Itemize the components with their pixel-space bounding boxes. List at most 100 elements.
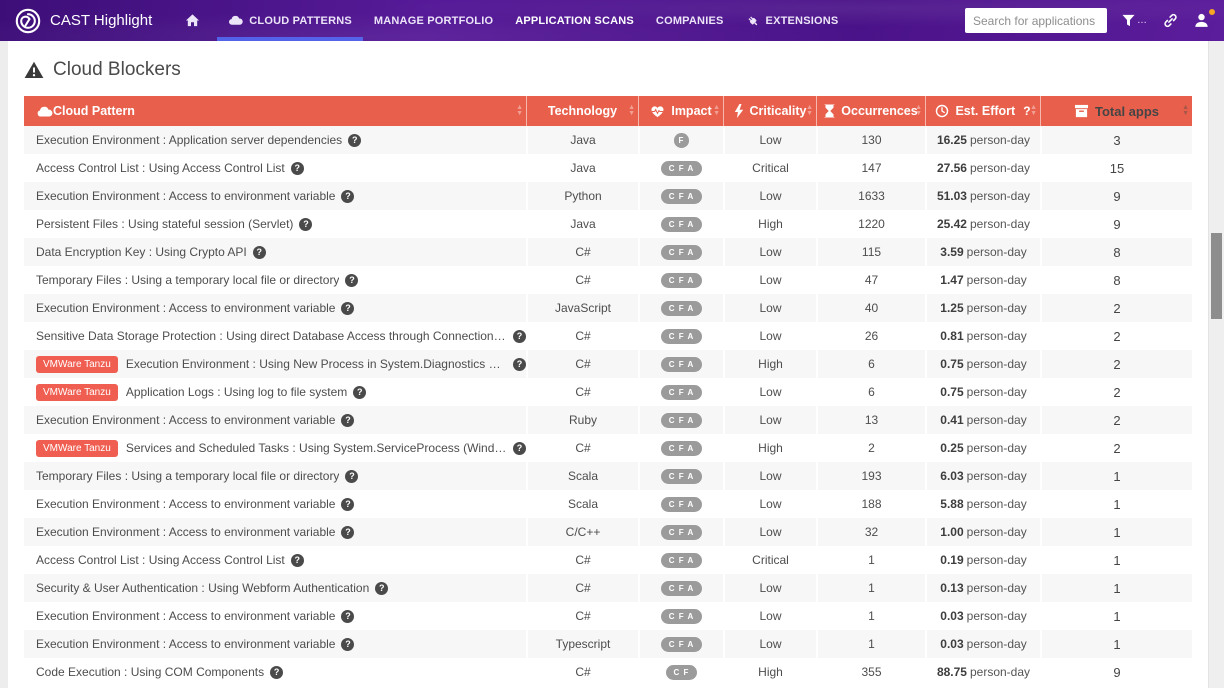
nav-application-scans[interactable]: APPLICATION SCANS [504,0,645,41]
table-row[interactable]: VMWare Tanzu Execution Environment : Usi… [24,350,1192,378]
column-est-effort[interactable]: Est. Effort ? ▲▼ [925,96,1040,126]
clock-icon [935,104,949,118]
effort-value: 0.41 [940,413,963,427]
effort-cell: 1.47 person-day [925,266,1040,294]
help-icon[interactable]: ? [345,470,358,483]
sort-icon: ▲▼ [628,105,635,117]
nav-extensions[interactable]: EXTENSIONS [735,0,850,41]
help-icon[interactable]: ? [341,526,354,539]
help-icon[interactable]: ? [291,162,304,175]
pattern-name: Execution Environment : Using New Proces… [126,357,507,371]
user-menu-button[interactable] [1193,12,1210,29]
column-total-apps[interactable]: Total apps ▲▼ [1040,96,1192,126]
criticality-cell: High [723,434,816,462]
occurrences-cell: 6 [816,350,925,378]
share-link-button[interactable] [1163,13,1178,28]
help-icon[interactable]: ? [513,330,526,343]
impact-icon [650,105,665,118]
help-icon[interactable]: ? [345,274,358,287]
total-apps-cell: 2 [1040,434,1192,462]
search-input[interactable] [965,8,1107,33]
table-row[interactable]: VMWare Tanzu Application Logs : Using lo… [24,378,1192,406]
main-content: Cloud Blockers Cloud Pattern ▲▼ Technolo… [0,41,1224,686]
nav-cloud-patterns[interactable]: CLOUD PATTERNS [217,0,363,41]
table-row[interactable]: Data Encryption Key : Using Crypto API ?… [24,238,1192,266]
home-icon [185,13,200,28]
table-row[interactable]: Execution Environment : Access to enviro… [24,406,1192,434]
help-icon[interactable]: ? [341,498,354,511]
column-technology[interactable]: Technology ▲▼ [526,96,638,126]
criticality-cell: Low [723,518,816,546]
column-label: Impact [671,104,711,118]
technology-cell: C# [526,238,638,266]
impact-cell: C F A [638,630,723,658]
help-icon[interactable]: ? [341,414,354,427]
nav-extensions-label: EXTENSIONS [766,15,839,27]
help-icon[interactable]: ? [375,582,388,595]
vmware-tanzu-badge: VMWare Tanzu [36,356,118,373]
help-icon[interactable]: ? [353,386,366,399]
help-icon[interactable]: ? [291,554,304,567]
help-icon[interactable]: ? [341,610,354,623]
pattern-cell: Temporary Files : Using a temporary loca… [24,266,526,294]
table-row[interactable]: Access Control List : Using Access Contr… [24,546,1192,574]
pattern-cell: Code Execution : Using COM Components ? [24,658,526,686]
table-row[interactable]: Security & User Authentication : Using W… [24,574,1192,602]
effort-cell: 0.41 person-day [925,406,1040,434]
help-icon[interactable]: ? [341,190,354,203]
criticality-cell: Low [723,406,816,434]
table-row[interactable]: Execution Environment : Application serv… [24,126,1192,154]
table-row[interactable]: VMWare Tanzu Services and Scheduled Task… [24,434,1192,462]
occurrences-cell: 1 [816,574,925,602]
nav-companies-label: COMPANIES [656,15,724,27]
total-apps-cell: 1 [1040,518,1192,546]
plug-icon [746,14,760,28]
nav-manage-portfolio[interactable]: MANAGE PORTFOLIO [363,0,504,41]
column-occurrences[interactable]: Occurrences ▲▼ [816,96,925,126]
impact-cell: C F A [638,350,723,378]
help-icon[interactable]: ? [341,638,354,651]
help-icon[interactable]: ? [299,218,312,231]
help-icon[interactable]: ? [348,134,361,147]
table-row[interactable]: Access Control List : Using Access Contr… [24,154,1192,182]
scrollbar-thumb[interactable] [1211,233,1222,319]
impact-badge: C F A [661,189,703,204]
technology-cell: Ruby [526,406,638,434]
effort-cell: 6.03 person-day [925,462,1040,490]
table-row[interactable]: Code Execution : Using COM Components ? … [24,658,1192,686]
table-row[interactable]: Sensitive Data Storage Protection : Usin… [24,322,1192,350]
effort-value: 0.25 [940,441,963,455]
column-criticality[interactable]: Criticality ▲▼ [723,96,816,126]
impact-cell: C F A [638,294,723,322]
brand[interactable]: CAST Highlight [14,0,152,41]
column-cloud-pattern[interactable]: Cloud Pattern ▲▼ [24,96,526,126]
table-row[interactable]: Temporary Files : Using a temporary loca… [24,462,1192,490]
table-row[interactable]: Execution Environment : Access to enviro… [24,490,1192,518]
help-icon[interactable]: ? [513,358,526,371]
table-row[interactable]: Execution Environment : Access to enviro… [24,182,1192,210]
help-icon[interactable]: ? [513,442,526,455]
table-row[interactable]: Execution Environment : Access to enviro… [24,630,1192,658]
filter-button[interactable]: … [1122,14,1148,27]
table-row[interactable]: Execution Environment : Access to enviro… [24,294,1192,322]
scrollbar[interactable] [1208,41,1224,688]
pattern-name: Access Control List : Using Access Contr… [36,553,285,567]
nav-companies[interactable]: COMPANIES [645,0,735,41]
nav-home[interactable] [174,0,217,41]
table-row[interactable]: Execution Environment : Access to enviro… [24,518,1192,546]
impact-badge: C F A [661,441,703,456]
help-icon[interactable]: ? [341,302,354,315]
help-icon[interactable]: ? [270,666,283,679]
effort-value: 25.42 [937,217,967,231]
column-impact[interactable]: Impact ▲▼ [638,96,723,126]
effort-cell: 0.13 person-day [925,574,1040,602]
help-icon[interactable]: ? [253,246,266,259]
table-row[interactable]: Temporary Files : Using a temporary loca… [24,266,1192,294]
criticality-cell: Low [723,238,816,266]
occurrences-cell: 6 [816,378,925,406]
table-row[interactable]: Persistent Files : Using stateful sessio… [24,210,1192,238]
occurrences-cell: 147 [816,154,925,182]
pattern-name: Execution Environment : Access to enviro… [36,525,335,539]
table-row[interactable]: Execution Environment : Access to enviro… [24,602,1192,630]
effort-cell: 0.75 person-day [925,378,1040,406]
